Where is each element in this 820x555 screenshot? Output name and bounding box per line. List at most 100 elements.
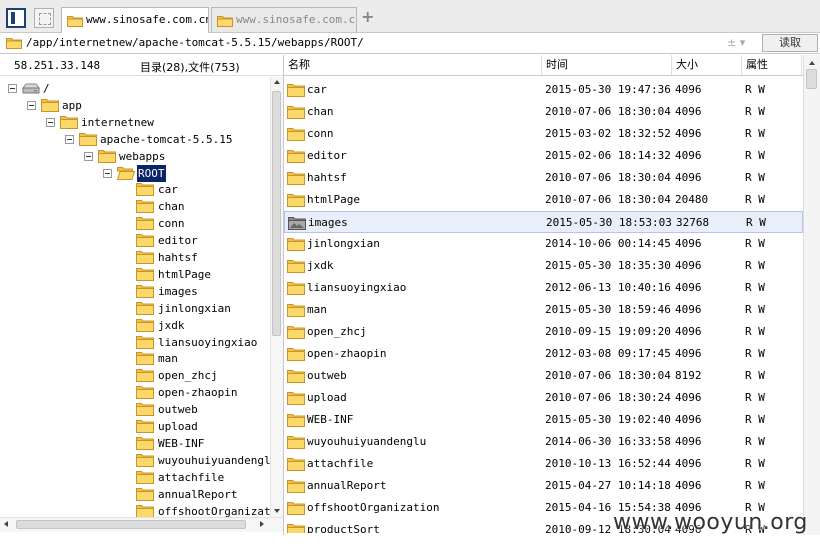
tree-node[interactable]: open_zhcj [0, 367, 270, 384]
collapse-toggle-icon[interactable] [8, 84, 17, 93]
add-tab-icon[interactable]: + [361, 9, 375, 25]
tree-node[interactable]: liansuoyingxiao [0, 334, 270, 351]
file-row[interactable]: outweb 2010-07-06 18:30:04 8192 R W [284, 365, 803, 387]
tree-node-label: offshootOrganization [158, 504, 270, 518]
file-row[interactable]: wuyouhuiyuandenglu 2014-06-30 16:33:58 409… [284, 431, 803, 453]
tree-vertical-scrollbar[interactable] [270, 77, 283, 517]
tree-node[interactable]: outweb [0, 401, 270, 418]
file-row[interactable]: editor 2015-02-06 18:14:32 4096 R W [284, 145, 803, 167]
file-row[interactable]: liansuoyingxiao 2012-06-13 10:40:16 4096 R … [284, 277, 803, 299]
tab-sinosafe-active[interactable]: www.sinosafe.com.cn [61, 7, 209, 33]
tree-node[interactable]: jinlongxian [0, 300, 270, 317]
file-row[interactable]: attachfile 2010-10-13 16:52:44 4096 R W [284, 453, 803, 475]
file-row[interactable]: open_zhcj 2010-09-15 19:09:20 4096 R W [284, 321, 803, 343]
tree-node[interactable]: apache-tomcat-5.5.15 [0, 131, 270, 148]
tree-horizontal-scrollbar[interactable] [0, 517, 283, 532]
file-name: htmlPage [307, 193, 360, 206]
tree-node[interactable]: internetnew [0, 114, 270, 131]
file-attr: R W [745, 127, 765, 140]
file-row[interactable]: WEB-INF 2015-05-30 19:02:40 4096 R W [284, 409, 803, 431]
file-size: 4096 [675, 171, 702, 184]
scroll-left-icon[interactable] [4, 521, 8, 527]
tree-node-label: editor [158, 234, 198, 248]
tab-sinosafe[interactable]: www.sinosafe.com.cn [211, 7, 357, 32]
file-attr: R W [745, 391, 765, 404]
tree-node[interactable]: attachfile [0, 469, 270, 486]
folder-icon [136, 504, 154, 517]
tree-node[interactable]: WEB-INF [0, 435, 270, 452]
file-time: 2010-07-06 18:30:04 [545, 171, 671, 184]
collapse-toggle-icon[interactable] [84, 151, 93, 161]
file-size: 20480 [675, 193, 709, 206]
file-row[interactable]: annualReport 2015-04-27 10:14:18 4096 R W [284, 475, 803, 497]
column-header-time[interactable]: 时间 [542, 55, 672, 75]
collapse-toggle-icon[interactable] [65, 134, 74, 144]
tree-header: 58.251.33.148 目录(28),文件(753) [0, 55, 283, 76]
scroll-thumb[interactable] [806, 69, 817, 89]
tree-node[interactable]: car [0, 181, 270, 198]
path-input[interactable]: /app/internetnew/apache-tomcat-5.5.15/we… [26, 33, 364, 53]
tree-node[interactable]: open-zhaopin [0, 384, 270, 401]
collapse-toggle-icon[interactable] [46, 117, 55, 127]
collapse-toggle-icon[interactable] [103, 168, 112, 178]
tree-node[interactable]: upload [0, 418, 270, 435]
tree-node[interactable]: man [0, 350, 270, 367]
file-row[interactable]: open-zhaopin 2012-03-08 09:17:45 4096 R W [284, 343, 803, 365]
file-row[interactable]: hahtsf 2010-07-06 18:30:04 4096 R W [284, 167, 803, 189]
file-name: outweb [307, 369, 347, 382]
file-row[interactable]: jinlongxian 2014-10-06 00:14:45 4096 R W [284, 233, 803, 255]
tree-node[interactable]: wuyouhuiyuandenglu [0, 452, 270, 469]
file-name: wuyouhuiyuandenglu [307, 435, 427, 448]
tree-node[interactable]: app [0, 97, 270, 114]
tree-node-label: open-zhaopin [158, 386, 238, 400]
column-header-size[interactable]: 大小 [672, 55, 742, 75]
column-header-attr[interactable]: 属性 [742, 55, 802, 75]
tree-node[interactable]: offshootOrganization [0, 503, 270, 518]
layout-toggle-button[interactable] [6, 8, 26, 28]
scroll-right-icon[interactable] [260, 521, 264, 527]
file-time: 2010-07-06 18:30:04 [545, 105, 671, 118]
file-attr: R W [745, 83, 765, 96]
file-list-vertical-scrollbar[interactable] [803, 55, 820, 535]
file-time: 2015-04-27 10:14:18 [545, 479, 671, 492]
file-row[interactable]: htmlPage 2010-07-06 18:30:04 20480 R W [284, 189, 803, 211]
scroll-thumb[interactable] [272, 91, 281, 336]
address-bar: /app/internetnew/apache-tomcat-5.5.15/we… [0, 33, 820, 54]
file-attr: R W [745, 171, 765, 184]
file-row[interactable]: man 2015-05-30 18:59:46 4096 R W [284, 299, 803, 321]
tree-node[interactable]: conn [0, 215, 270, 232]
scroll-down-icon[interactable] [274, 509, 280, 513]
file-row[interactable]: upload 2010-07-06 18:30:24 4096 R W [284, 387, 803, 409]
file-row[interactable]: car 2015-05-30 19:47:36 4096 R W [284, 79, 803, 101]
read-button[interactable]: 读取 [762, 34, 818, 52]
tree-node[interactable]: annualReport [0, 486, 270, 503]
file-row[interactable]: conn 2015-03-02 18:32:52 4096 R W [284, 123, 803, 145]
tree-node[interactable]: webapps [0, 148, 270, 165]
tree-node-label: conn [158, 217, 185, 231]
file-time: 2014-06-30 16:33:58 [545, 435, 671, 448]
tab-label: www.sinosafe.com.cn [236, 13, 357, 26]
tree-node[interactable]: images [0, 283, 270, 300]
new-view-button[interactable] [34, 8, 54, 28]
scroll-thumb[interactable] [16, 520, 246, 529]
history-dropdown[interactable]: ± ▾ [727, 33, 745, 53]
file-row[interactable]: images 2015-05-30 18:53:03 32768 R W [284, 211, 803, 233]
tree-node[interactable]: hahtsf [0, 249, 270, 266]
scroll-up-icon[interactable] [274, 80, 280, 84]
file-attr: R W [745, 369, 765, 382]
tree-node[interactable]: ROOT [0, 164, 270, 182]
scroll-up-icon[interactable] [809, 61, 815, 65]
tab-bar: www.sinosafe.com.cn www.sinosafe.com.cn … [0, 0, 820, 33]
file-name: jinlongxian [307, 237, 380, 250]
collapse-toggle-icon[interactable] [27, 100, 36, 110]
tree-node[interactable]: editor [0, 232, 270, 249]
file-attr: R W [745, 413, 765, 426]
tree-node[interactable]: / [0, 80, 270, 97]
file-row[interactable]: jxdk 2015-05-30 18:35:30 4096 R W [284, 255, 803, 277]
tree-node[interactable]: jxdk [0, 317, 270, 334]
column-header-name[interactable]: 名称 [284, 55, 542, 75]
file-attr: R W [745, 105, 765, 118]
file-row[interactable]: chan 2010-07-06 18:30:04 4096 R W [284, 101, 803, 123]
tree-node[interactable]: htmlPage [0, 266, 270, 283]
tree-node[interactable]: chan [0, 198, 270, 215]
